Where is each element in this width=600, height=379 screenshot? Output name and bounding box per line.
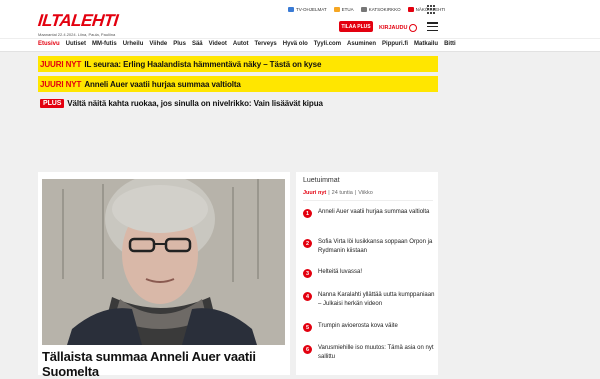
most-read-item-text: Anneli Auer vaatii hurjaa summaa valtiol… <box>318 209 430 215</box>
plus-tag: PLUS <box>40 98 65 108</box>
main-navigation: Etusivu Uutiset MM-futis Urheilu Viihde … <box>0 38 600 52</box>
nav-item-pippuri[interactable]: Pippuri.fi <box>382 41 408 47</box>
nav-item-mm-futis[interactable]: MM-futis <box>92 41 117 47</box>
hamburger-menu-icon[interactable] <box>427 22 438 31</box>
nav-item-etusivu[interactable]: Etusivu <box>38 41 60 47</box>
divider <box>303 200 433 201</box>
juuri-nyt-tag: JUURI NYT <box>40 79 82 89</box>
nav-item-terveys[interactable]: Terveys <box>255 41 277 47</box>
rank-badge: 6 <box>303 345 312 354</box>
most-read-item-text: Nanna Karalahti yllättää uutta kumppania… <box>318 292 435 307</box>
user-icon <box>409 24 418 32</box>
nav-item-viihde[interactable]: Viihde <box>149 41 167 47</box>
site-logo[interactable]: ILTALEHTI <box>37 11 119 31</box>
nav-item-saa[interactable]: Sää <box>192 41 203 47</box>
nav-item-videot[interactable]: Videot <box>209 41 227 47</box>
most-read-item[interactable]: 2 Sofia Virta löi lusikkansa soppaan Orp… <box>303 238 435 255</box>
most-read-item[interactable]: 4 Nanna Karalahti yllättää uutta kumppan… <box>303 291 435 308</box>
tab-juuri-nyt[interactable]: Juuri nyt <box>303 190 326 196</box>
nav-item-asuminen[interactable]: Asuminen <box>347 41 376 47</box>
breaking-news-link[interactable]: JUURI NYT IL seuraa: Erling Haalandista … <box>38 56 438 72</box>
tab-viikko[interactable]: Viikko <box>358 190 373 196</box>
most-read-item-text: Helteitä luvassa! <box>318 269 363 275</box>
plus-news-link[interactable]: PLUS Vältä näitä kahta ruokaa, jos sinul… <box>38 95 438 111</box>
juuri-nyt-tag: JUURI NYT <box>40 59 82 69</box>
etua-icon <box>333 7 340 12</box>
site-header: ILTALEHTI Maanantai 22.4.2024. Liina, Pa… <box>0 0 600 38</box>
login-button[interactable]: KIRJAUDU <box>379 24 418 32</box>
etua-link[interactable]: ETUA <box>333 7 354 12</box>
tv-link[interactable]: TV-OHJELMAT <box>288 7 327 12</box>
nav-item-matkailu[interactable]: Matkailu <box>414 41 438 47</box>
rank-badge: 1 <box>303 209 312 218</box>
most-read-item-text: Sofia Virta löi lusikkansa soppaan Orpon… <box>318 239 433 254</box>
subscribe-plus-button[interactable]: TILAA PLUS <box>339 21 373 32</box>
most-read-item[interactable]: 1 Anneli Auer vaatii hurjaa summaa valti… <box>303 208 435 218</box>
nav-item-hyva-olo[interactable]: Hyvä olo <box>283 41 308 47</box>
nav-item-urheilu[interactable]: Urheilu <box>123 41 144 47</box>
nav-item-bitti[interactable]: Bitti <box>444 41 456 47</box>
breaking-news-link[interactable]: JUURI NYT Anneli Auer vaatii hurjaa summ… <box>38 76 438 92</box>
katsokirkko-link[interactable]: KATSOKIRKKO <box>360 7 401 12</box>
most-read-title: Luetuimmat <box>303 177 340 184</box>
most-read-item[interactable]: 6 Varusmiehille iso muutos: Tämä asia on… <box>303 344 435 361</box>
newspaper-icon <box>407 7 414 12</box>
dateline: Maanantai 22.4.2024. Liina, Paula, Pauli… <box>38 32 116 37</box>
most-read-item-text: Trumpin avioerosta kova väite <box>318 323 398 329</box>
news-text: IL seuraa: Erling Haalandista hämmentävä… <box>84 59 322 69</box>
nav-item-autot[interactable]: Autot <box>233 41 249 47</box>
news-text: Vältä näitä kahta ruokaa, jos sinulla on… <box>67 98 323 108</box>
tv-icon <box>288 7 294 12</box>
news-text: Anneli Auer vaatii hurjaa summaa valtiol… <box>84 79 241 89</box>
top-links: TV-OHJELMAT ETUA KATSOKIRKKO NÄKÖISLEHTI <box>288 7 445 12</box>
most-read-item-text: Varusmiehille iso muutos: Tämä asia on n… <box>318 345 434 360</box>
rank-badge: 5 <box>303 323 312 332</box>
nav-item-uutiset[interactable]: Uutiset <box>66 41 86 47</box>
most-read-tabs: Juuri nyt | 24 tuntia | Viikko <box>303 190 373 196</box>
apps-grid-icon[interactable] <box>427 5 436 14</box>
church-icon <box>360 7 367 12</box>
most-read-item[interactable]: 3 Helteitä luvassa! <box>303 268 435 278</box>
most-read-item[interactable]: 5 Trumpin avioerosta kova väite <box>303 322 435 332</box>
rank-badge: 2 <box>303 239 312 248</box>
rank-badge: 4 <box>303 292 312 301</box>
rank-badge: 3 <box>303 269 312 278</box>
tab-24-tuntia[interactable]: 24 tuntia <box>332 190 353 196</box>
nav-item-plus[interactable]: Plus <box>173 41 186 47</box>
nav-item-tyyli[interactable]: Tyyli.com <box>314 41 341 47</box>
story-photo[interactable] <box>42 179 285 345</box>
